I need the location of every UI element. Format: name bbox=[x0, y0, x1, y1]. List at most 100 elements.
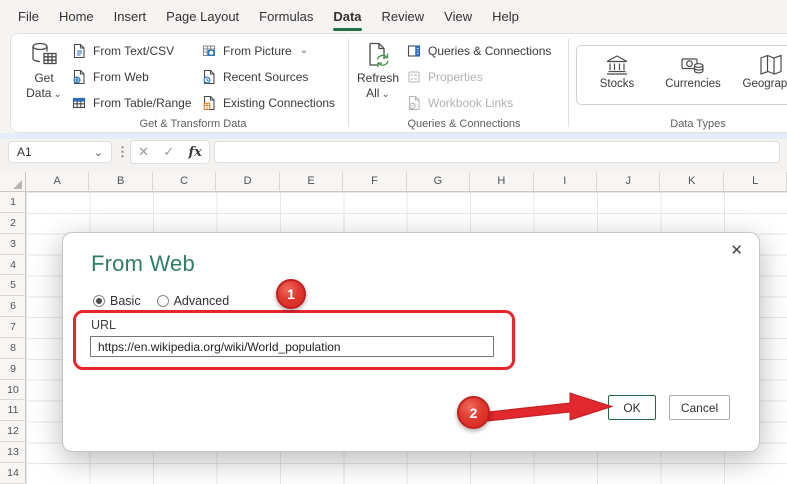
stocks-button[interactable]: Stocks bbox=[587, 46, 647, 104]
tab-page-layout[interactable]: Page Layout bbox=[166, 9, 239, 24]
row-header-9[interactable]: 9 bbox=[0, 359, 26, 380]
row-header-12[interactable]: 12 bbox=[0, 421, 26, 443]
enter-icon[interactable]: ✓ bbox=[163, 141, 174, 163]
tab-home[interactable]: Home bbox=[59, 9, 94, 24]
from-text-csv-button[interactable]: From Text/CSV bbox=[71, 42, 174, 60]
row-header-8[interactable]: 8 bbox=[0, 338, 26, 359]
from-table-range-label: From Table/Range bbox=[93, 96, 192, 110]
column-header-G[interactable]: G bbox=[407, 172, 471, 191]
row-header-3[interactable]: 3 bbox=[0, 234, 26, 255]
tab-view[interactable]: View bbox=[444, 9, 472, 24]
row-header-2[interactable]: 2 bbox=[0, 213, 26, 234]
column-header-K[interactable]: K bbox=[661, 172, 724, 191]
name-box[interactable]: A1 ⌄ bbox=[8, 141, 112, 163]
advanced-radio[interactable] bbox=[156, 295, 169, 307]
column-header-I[interactable]: I bbox=[534, 172, 598, 191]
url-input[interactable] bbox=[90, 336, 494, 357]
refresh-all-button[interactable]: Refresh All ⌄ bbox=[355, 38, 401, 128]
workbook-links-label: Workbook Links bbox=[428, 96, 514, 110]
refresh-all-label-1: Refresh bbox=[356, 71, 400, 85]
workbook-links-button[interactable]: Workbook Links bbox=[406, 94, 513, 112]
dialog-title: From Web bbox=[91, 251, 195, 276]
annotation-step-2-number: 2 bbox=[469, 404, 478, 421]
row-header-4[interactable]: 4 bbox=[0, 255, 26, 276]
column-header-D[interactable]: D bbox=[216, 172, 280, 191]
column-header-L[interactable]: L bbox=[724, 172, 787, 191]
existing-connections-label: Existing Connections bbox=[223, 96, 336, 110]
group-divider bbox=[568, 39, 569, 127]
get-data-button[interactable]: Get Data ⌄ bbox=[21, 38, 67, 128]
from-web-icon bbox=[73, 69, 85, 85]
formula-input[interactable] bbox=[214, 141, 780, 163]
get-data-label-2: Data bbox=[26, 86, 52, 100]
column-header-C[interactable]: C bbox=[153, 172, 217, 191]
column-header-E[interactable]: E bbox=[280, 172, 344, 191]
separator-dots-icon: ⋮ bbox=[116, 144, 129, 159]
workbook-links-icon bbox=[408, 95, 420, 111]
geography-button[interactable]: Geography bbox=[733, 46, 787, 104]
basic-radio[interactable] bbox=[93, 295, 105, 307]
ribbon-tab-strip: File Home Insert Page Layout Formulas Da… bbox=[0, 0, 787, 33]
row-header-11[interactable]: 11 bbox=[0, 400, 26, 422]
close-icon[interactable]: ✕ bbox=[730, 241, 743, 259]
column-header-F[interactable]: F bbox=[343, 172, 407, 191]
from-web-button[interactable]: From Web bbox=[71, 68, 149, 86]
excel-window: File Home Insert Page Layout Formulas Da… bbox=[0, 0, 787, 484]
from-picture-icon bbox=[203, 45, 215, 56]
insert-function-button[interactable]: fx bbox=[189, 145, 202, 160]
ok-button[interactable]: OK bbox=[608, 395, 656, 420]
data-types-gallery: Stocks Currencies Geography bbox=[576, 45, 787, 105]
from-table-range-button[interactable]: From Table/Range bbox=[71, 94, 192, 112]
row-header-6[interactable]: 6 bbox=[0, 296, 26, 318]
existing-connections-icon bbox=[203, 95, 215, 111]
row-header-7[interactable]: 7 bbox=[0, 317, 26, 338]
from-text-csv-icon bbox=[73, 43, 85, 59]
from-picture-button[interactable]: From Picture ⌄ bbox=[201, 42, 308, 60]
refresh-all-icon bbox=[369, 42, 389, 67]
column-header-H[interactable]: H bbox=[470, 172, 534, 191]
recent-sources-icon bbox=[203, 69, 215, 85]
properties-icon bbox=[408, 71, 420, 83]
tab-data[interactable]: Data bbox=[333, 9, 362, 31]
row-header-1[interactable]: 1 bbox=[0, 192, 26, 213]
column-header-J[interactable]: J bbox=[597, 172, 661, 191]
properties-label: Properties bbox=[428, 70, 483, 84]
currencies-icon bbox=[681, 58, 704, 74]
recent-sources-label: Recent Sources bbox=[223, 70, 309, 84]
column-header-B[interactable]: B bbox=[89, 172, 153, 191]
properties-button[interactable]: Properties bbox=[406, 68, 483, 86]
stocks-icon bbox=[606, 55, 628, 75]
group-divider bbox=[348, 39, 349, 127]
mode-radio-group: Basic Advanced bbox=[93, 294, 229, 308]
tab-file[interactable]: File bbox=[18, 9, 39, 24]
advanced-radio-label: Advanced bbox=[173, 294, 230, 308]
existing-connections-button[interactable]: Existing Connections bbox=[201, 94, 335, 112]
currencies-button[interactable]: Currencies bbox=[655, 46, 731, 104]
cancel-button[interactable]: Cancel bbox=[669, 395, 730, 420]
from-table-range-icon bbox=[72, 97, 86, 109]
row-header-10[interactable]: 10 bbox=[0, 380, 26, 401]
select-all-corner[interactable] bbox=[0, 172, 26, 191]
from-text-csv-label: From Text/CSV bbox=[93, 44, 175, 58]
annotation-step-2-badge: 2 bbox=[457, 396, 490, 429]
basic-radio-option[interactable]: Basic bbox=[93, 294, 141, 308]
tab-insert[interactable]: Insert bbox=[114, 9, 147, 24]
recent-sources-button[interactable]: Recent Sources bbox=[201, 68, 308, 86]
group-label-data-types: Data Types bbox=[670, 118, 726, 130]
row-header-5[interactable]: 5 bbox=[0, 275, 26, 297]
geography-label: Geography bbox=[742, 78, 787, 90]
queries-connections-button[interactable]: Queries & Connections bbox=[406, 42, 551, 60]
cancel-icon[interactable]: ✕ bbox=[138, 141, 149, 163]
from-web-label: From Web bbox=[93, 70, 149, 84]
tab-formulas[interactable]: Formulas bbox=[259, 9, 313, 24]
currencies-label: Currencies bbox=[665, 78, 721, 90]
advanced-radio-option[interactable]: Advanced bbox=[156, 294, 230, 308]
column-header-A[interactable]: A bbox=[26, 172, 90, 191]
tab-review[interactable]: Review bbox=[382, 9, 425, 24]
queries-connections-icon bbox=[407, 45, 421, 57]
row-header-13[interactable]: 13 bbox=[0, 442, 26, 463]
from-picture-label: From Picture bbox=[223, 44, 292, 58]
tab-help[interactable]: Help bbox=[492, 9, 519, 24]
chevron-down-icon[interactable]: ⌄ bbox=[94, 146, 103, 159]
row-header-14[interactable]: 14 bbox=[0, 463, 26, 484]
